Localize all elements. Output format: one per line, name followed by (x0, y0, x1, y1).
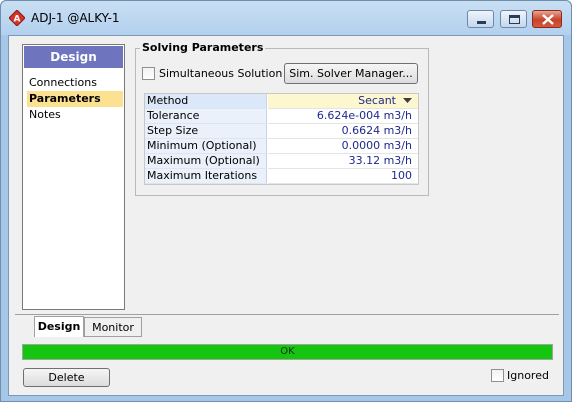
method-value: Secant (358, 94, 396, 107)
method-dropdown[interactable]: Secant (268, 94, 418, 109)
maximize-icon (509, 15, 520, 24)
table-row: Maximum Iterations 100 (145, 169, 418, 184)
parameters-table: Method Secant Tolerance 6.624e-004 m3/h … (144, 93, 419, 185)
maximize-button[interactable] (500, 10, 527, 28)
tolerance-input[interactable]: 6.624e-004 m3/h (268, 109, 418, 124)
status-bar: OK (22, 344, 553, 360)
param-label: Maximum Iterations (145, 169, 267, 184)
nav-header: Design (24, 46, 123, 68)
param-label: Method (145, 94, 267, 109)
nav-item-notes[interactable]: Notes (27, 107, 123, 123)
table-row: Minimum (Optional) 0.0000 m3/h (145, 139, 418, 154)
simultaneous-solution-label: Simultaneous Solution (159, 67, 283, 80)
tab-design[interactable]: Design (34, 316, 84, 337)
sim-solver-manager-button[interactable]: Sim. Solver Manager... (284, 63, 418, 84)
minimum-input[interactable]: 0.0000 m3/h (268, 139, 418, 154)
param-label: Minimum (Optional) (145, 139, 267, 154)
maximum-input[interactable]: 33.12 m3/h (268, 154, 418, 169)
close-icon (542, 14, 554, 25)
app-logo-icon: A (9, 10, 25, 26)
param-label: Maximum (Optional) (145, 154, 267, 169)
table-row: Maximum (Optional) 33.12 m3/h (145, 154, 418, 169)
chevron-down-icon[interactable] (403, 98, 412, 104)
table-row: Step Size 0.6624 m3/h (145, 124, 418, 139)
max-iterations-input[interactable]: 100 (268, 169, 418, 184)
window-title: ADJ-1 @ALKY-1 (31, 11, 120, 25)
minimize-button[interactable] (467, 10, 494, 28)
adjust-window: A ADJ-1 @ALKY-1 Design Connections Param… (0, 0, 572, 402)
simultaneous-solution-checkbox[interactable] (142, 67, 155, 80)
design-nav-panel: Design Connections Parameters Notes (22, 44, 125, 310)
nav-item-connections[interactable]: Connections (27, 75, 123, 91)
param-label: Step Size (145, 124, 267, 139)
solving-parameters-title: Solving Parameters (140, 41, 266, 54)
ignored-checkbox[interactable] (491, 369, 504, 382)
svg-text:A: A (14, 15, 21, 25)
table-row: Method Secant (145, 94, 418, 109)
nav-item-parameters[interactable]: Parameters (27, 91, 123, 107)
title-bar[interactable]: A ADJ-1 @ALKY-1 (1, 1, 571, 35)
delete-button[interactable]: Delete (23, 368, 110, 387)
tab-monitor[interactable]: Monitor (84, 317, 142, 337)
tab-strip-divider (15, 314, 559, 315)
close-button[interactable] (532, 10, 562, 28)
client-area: Design Connections Parameters Notes Solv… (8, 35, 564, 396)
table-row: Tolerance 6.624e-004 m3/h (145, 109, 418, 124)
ignored-label: Ignored (507, 369, 549, 382)
minimize-icon (477, 21, 486, 24)
step-size-input[interactable]: 0.6624 m3/h (268, 124, 418, 139)
param-label: Tolerance (145, 109, 267, 124)
